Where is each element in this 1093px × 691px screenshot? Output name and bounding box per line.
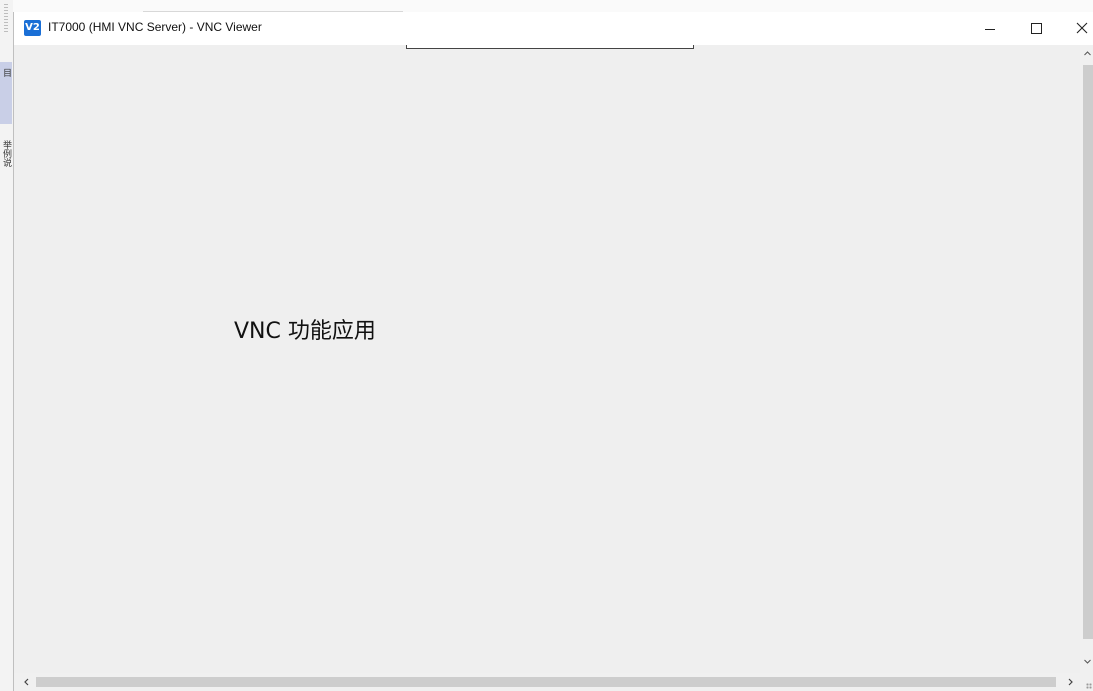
panel-grip[interactable] — [4, 4, 8, 34]
scroll-down-icon[interactable] — [1083, 657, 1092, 666]
side-tab-b[interactable]: 举例说 — [0, 140, 12, 200]
scroll-left-icon[interactable] — [22, 677, 31, 687]
close-button[interactable] — [1059, 12, 1093, 44]
horizontal-scroll-thumb[interactable] — [36, 677, 1056, 687]
side-tab-a[interactable]: 目 — [0, 62, 12, 124]
remote-top-field[interactable] — [406, 45, 694, 49]
scroll-right-icon[interactable] — [1066, 677, 1075, 687]
maximize-icon — [1031, 23, 1042, 34]
resize-corner[interactable] — [1080, 673, 1093, 691]
remote-desktop-view[interactable]: VNC 功能应用 — [14, 45, 1080, 673]
title-bar[interactable]: V2 IT7000 (HMI VNC Server) - VNC Viewer — [14, 12, 1093, 45]
resize-grip-icon[interactable] — [1086, 683, 1092, 689]
minimize-button[interactable] — [967, 12, 1013, 44]
side-tab-b-label: 举例说 — [1, 140, 11, 167]
scroll-up-icon[interactable] — [1083, 49, 1092, 58]
left-side-panel: 目 举例说 — [0, 0, 14, 691]
background-window-edge — [13, 0, 1093, 12]
minimize-icon — [985, 29, 995, 30]
vertical-scroll-thumb[interactable] — [1083, 65, 1093, 639]
close-icon — [1076, 22, 1088, 34]
vnc-viewer-window: V2 IT7000 (HMI VNC Server) - VNC Viewer … — [13, 12, 1093, 691]
horizontal-scrollbar[interactable] — [14, 673, 1080, 691]
maximize-button[interactable] — [1013, 12, 1059, 44]
vnc-function-label: VNC 功能应用 — [234, 319, 376, 344]
side-tab-a-label: 目 — [1, 68, 11, 77]
window-title: IT7000 (HMI VNC Server) - VNC Viewer — [48, 20, 262, 34]
vnc-app-icon[interactable]: V2 — [24, 20, 41, 36]
vertical-scrollbar[interactable] — [1080, 45, 1093, 673]
